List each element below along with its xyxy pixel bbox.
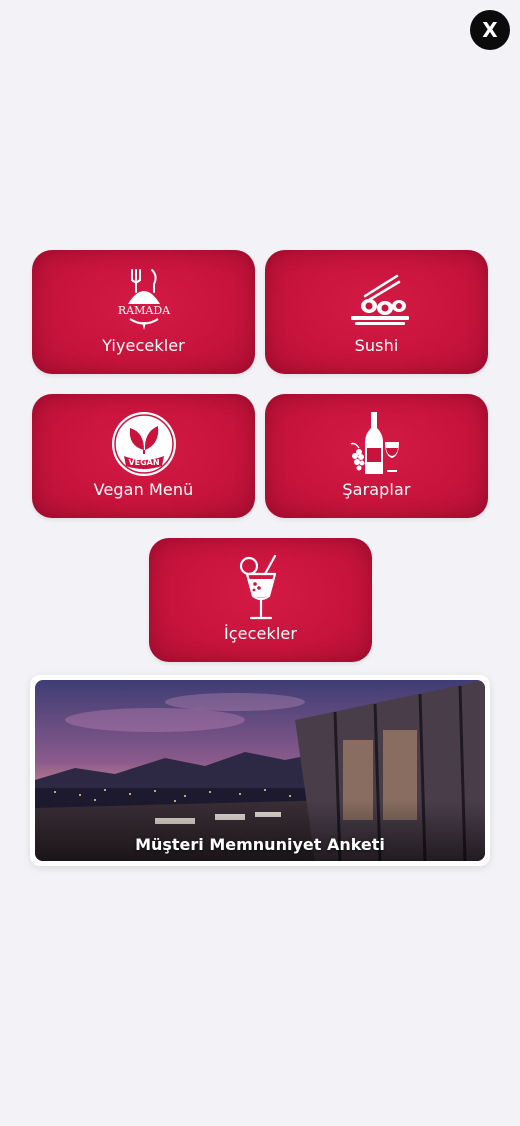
ramada-food-icon: RAMADA <box>108 264 180 336</box>
tile-label: Şaraplar <box>342 480 411 499</box>
vegan-badge-text: VEGAN <box>128 458 159 467</box>
ramada-logo-text: RAMADA <box>117 304 170 317</box>
cocktail-icon <box>225 552 297 624</box>
rooftop-restaurant-photo <box>35 680 485 861</box>
close-button[interactable]: X <box>470 10 510 50</box>
vegan-icon: VEGAN <box>108 408 180 480</box>
sushi-icon <box>341 264 413 336</box>
wine-icon <box>341 408 413 480</box>
tile-label: Sushi <box>354 336 399 355</box>
tile-yiyecekler[interactable]: RAMADA Yiyecekler <box>32 250 255 374</box>
tile-saraplar[interactable]: Şaraplar <box>265 394 488 518</box>
close-button-label: X <box>482 18 498 42</box>
tile-vegan[interactable]: VEGAN Vegan Menü <box>32 394 255 518</box>
tile-sushi[interactable]: Sushi <box>265 250 488 374</box>
banner-label: Müşteri Memnuniyet Anketi <box>135 835 385 854</box>
tile-label: Yiyecekler <box>102 336 185 355</box>
tile-icecekler[interactable]: İçecekler <box>149 538 372 662</box>
tile-label: İçecekler <box>223 624 298 643</box>
survey-banner[interactable]: Müşteri Memnuniyet Anketi <box>30 675 490 866</box>
tile-label: Vegan Menü <box>93 480 194 499</box>
menu-page: X RAMADA Yiyecekler Sushi VEGAN Vegan Me… <box>0 0 520 1126</box>
